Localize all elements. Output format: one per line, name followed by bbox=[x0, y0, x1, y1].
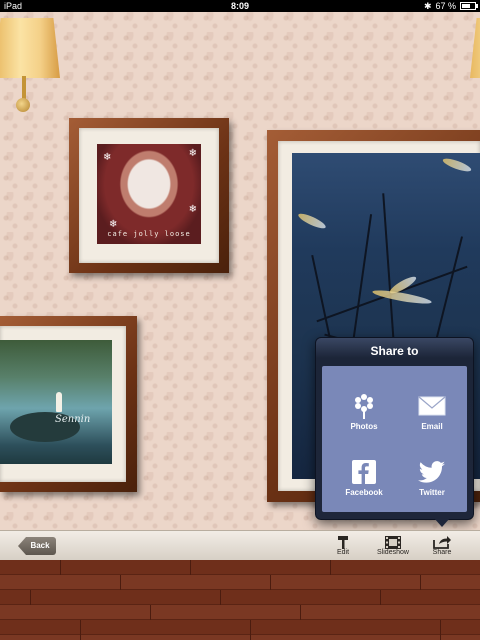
share-facebook-label: Facebook bbox=[345, 488, 383, 497]
status-right: ✱ 67 % bbox=[423, 0, 478, 12]
slideshow-button[interactable]: Slideshow bbox=[372, 535, 414, 556]
status-bar: iPad 8:09 ✱ 67 % bbox=[0, 0, 480, 12]
snowflake-icon: ❄ bbox=[109, 219, 118, 230]
share-facebook-button[interactable]: Facebook bbox=[328, 458, 400, 518]
edit-button[interactable]: Edit bbox=[330, 535, 356, 556]
popover-title: Share to bbox=[370, 344, 419, 358]
hammer-icon bbox=[330, 535, 356, 549]
back-button[interactable]: Back bbox=[18, 537, 56, 555]
share-email-label: Email bbox=[421, 422, 443, 431]
photo-coffee-cup[interactable]: ❄ ❄ ❄ ❄ cafe jolly loose bbox=[97, 144, 201, 244]
share-twitter-label: Twitter bbox=[419, 488, 445, 497]
share-arrow-icon bbox=[428, 535, 456, 549]
share-label: Share bbox=[432, 549, 452, 556]
share-popover: Share to Photos Email Facebook Twitter bbox=[315, 337, 474, 527]
snowflake-icon: ❄ bbox=[188, 204, 197, 215]
bluetooth-icon: ✱ bbox=[423, 1, 432, 11]
share-photos-label: Photos bbox=[350, 422, 378, 431]
photo-lake[interactable]: Sennin bbox=[0, 340, 112, 464]
edit-label: Edit bbox=[336, 549, 350, 556]
facebook-icon bbox=[350, 458, 378, 486]
share-options-panel: Photos Email Facebook Twitter bbox=[322, 366, 467, 512]
back-button-label: Back bbox=[30, 541, 50, 550]
photo-signature: Sennin bbox=[55, 414, 91, 425]
film-icon bbox=[372, 535, 414, 549]
share-button[interactable]: Share bbox=[428, 535, 456, 556]
snowflake-icon: ❄ bbox=[103, 152, 112, 163]
clock: 8:09 bbox=[230, 1, 249, 11]
share-email-button[interactable]: Email bbox=[396, 392, 468, 452]
popover-arrow bbox=[434, 518, 450, 527]
wooden-floor bbox=[0, 560, 480, 640]
battery-icon bbox=[460, 2, 478, 10]
flower-icon bbox=[350, 392, 378, 420]
battery-percent: 67 % bbox=[435, 1, 456, 11]
bottom-toolbar: Back Edit Slideshow Share bbox=[0, 530, 480, 561]
share-twitter-button[interactable]: Twitter bbox=[396, 458, 468, 518]
photo-caption: cafe jolly loose bbox=[107, 230, 191, 238]
photo-frame-coffee[interactable]: ❄ ❄ ❄ ❄ cafe jolly loose bbox=[69, 118, 229, 273]
photo-frame-lake[interactable]: Sennin bbox=[0, 316, 137, 492]
slideshow-label: Slideshow bbox=[377, 549, 409, 556]
share-photos-button[interactable]: Photos bbox=[328, 392, 400, 452]
snowflake-icon: ❄ bbox=[188, 148, 197, 159]
envelope-icon bbox=[418, 392, 446, 420]
twitter-bird-icon bbox=[418, 458, 446, 486]
